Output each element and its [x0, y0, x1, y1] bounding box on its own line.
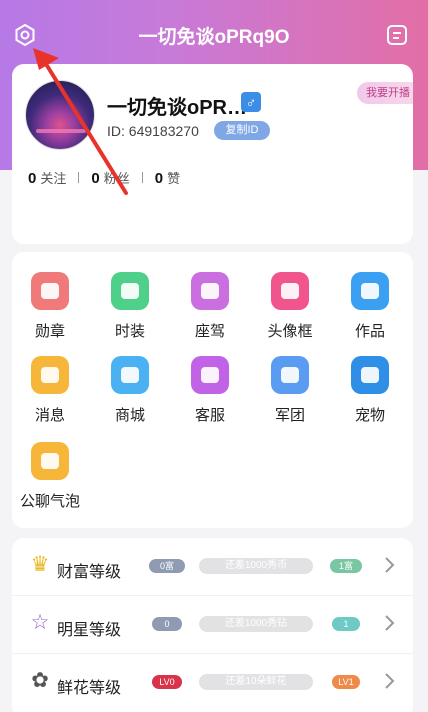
grid-item-pet[interactable]: 宠物 — [332, 356, 408, 425]
chat-bubble-icon — [31, 442, 69, 480]
next-level-badge: LV1 — [332, 675, 360, 689]
avatar[interactable] — [25, 80, 95, 150]
user-id: ID: 649183270 — [107, 123, 199, 139]
shirt-icon — [111, 272, 149, 310]
divider — [141, 172, 143, 183]
current-level-badge: 0 — [152, 617, 182, 631]
stat-likes[interactable]: 0赞 — [155, 168, 180, 187]
next-level-badge: 1 — [332, 617, 360, 631]
profile-stats: 0 关注 0 粉丝 0赞 — [28, 168, 180, 187]
level-progress: 还差1000秀钻 — [199, 616, 313, 632]
medal-icon — [31, 272, 69, 310]
chevron-right-icon — [385, 615, 395, 631]
next-level-badge: 1富 — [330, 559, 362, 573]
message-icon — [31, 356, 69, 394]
levels-card: ♛ 财富等级 0富 还差1000秀币 1富 ☆ 明星等级 0 还差1000秀钻 … — [12, 538, 413, 712]
menu-icon — [387, 25, 407, 45]
grid-item-messages[interactable]: 消息 — [12, 356, 88, 425]
headset-icon — [191, 356, 229, 394]
level-row-star[interactable]: ☆ 明星等级 0 还差1000秀钻 1 — [12, 596, 413, 654]
copy-id-button[interactable]: 复制ID — [214, 121, 270, 140]
top-bar: 一切免谈oPRq9O — [0, 18, 428, 54]
shield-icon — [271, 356, 309, 394]
stat-following[interactable]: 0 关注 — [28, 168, 66, 187]
stat-followers[interactable]: 0 粉丝 — [91, 168, 129, 187]
current-level-badge: 0富 — [149, 559, 185, 573]
grid-item-works[interactable]: 作品 — [332, 272, 408, 341]
divider — [78, 172, 80, 183]
grid-item-legion[interactable]: 军团 — [252, 356, 328, 425]
level-row-wealth[interactable]: ♛ 财富等级 0富 还差1000秀币 1富 — [12, 538, 413, 596]
username: 一切免谈oPR… — [107, 97, 247, 119]
chevron-right-icon — [385, 673, 395, 689]
male-gender-icon: ♂ — [241, 92, 261, 112]
crown-icon: ♛ — [30, 553, 50, 576]
profile-card: 一切免谈oPR… ♂ 我要开播 ID: 649183270 复制ID 0 关注 0… — [12, 64, 413, 244]
grid-item-store[interactable]: 商城 — [92, 356, 168, 425]
grid-item-fashion[interactable]: 时装 — [92, 272, 168, 341]
grid-item-customer-service[interactable]: 客服 — [172, 356, 248, 425]
level-progress: 还差10朵鲜花 — [199, 674, 313, 690]
avatar-frame-icon — [271, 272, 309, 310]
chevron-right-icon — [385, 557, 395, 573]
feature-grid: 勋章 时装 座驾 头像框 作品 消息 商城 客服 军团 宠物 公聊气泡 — [12, 252, 413, 528]
pet-icon — [351, 356, 389, 394]
start-live-button[interactable]: 我要开播 — [357, 82, 413, 104]
page-title: 一切免谈oPRq9O — [138, 27, 290, 48]
grid-item-chat-bubble[interactable]: 公聊气泡 — [12, 442, 88, 511]
grid-item-medal[interactable]: 勋章 — [12, 272, 88, 341]
car-icon — [191, 272, 229, 310]
level-row-flower[interactable]: ✿ 鲜花等级 LV0 还差10朵鲜花 LV1 — [12, 654, 413, 712]
grid-item-vehicle[interactable]: 座驾 — [172, 272, 248, 341]
current-level-badge: LV0 — [152, 675, 182, 689]
star-icon — [351, 272, 389, 310]
flower-icon: ✿ — [31, 669, 49, 692]
star-outline-icon: ☆ — [30, 611, 50, 634]
menu-button[interactable] — [384, 22, 410, 48]
store-icon — [111, 356, 149, 394]
grid-item-avatar-frame[interactable]: 头像框 — [252, 272, 328, 341]
level-progress: 还差1000秀币 — [199, 558, 313, 574]
